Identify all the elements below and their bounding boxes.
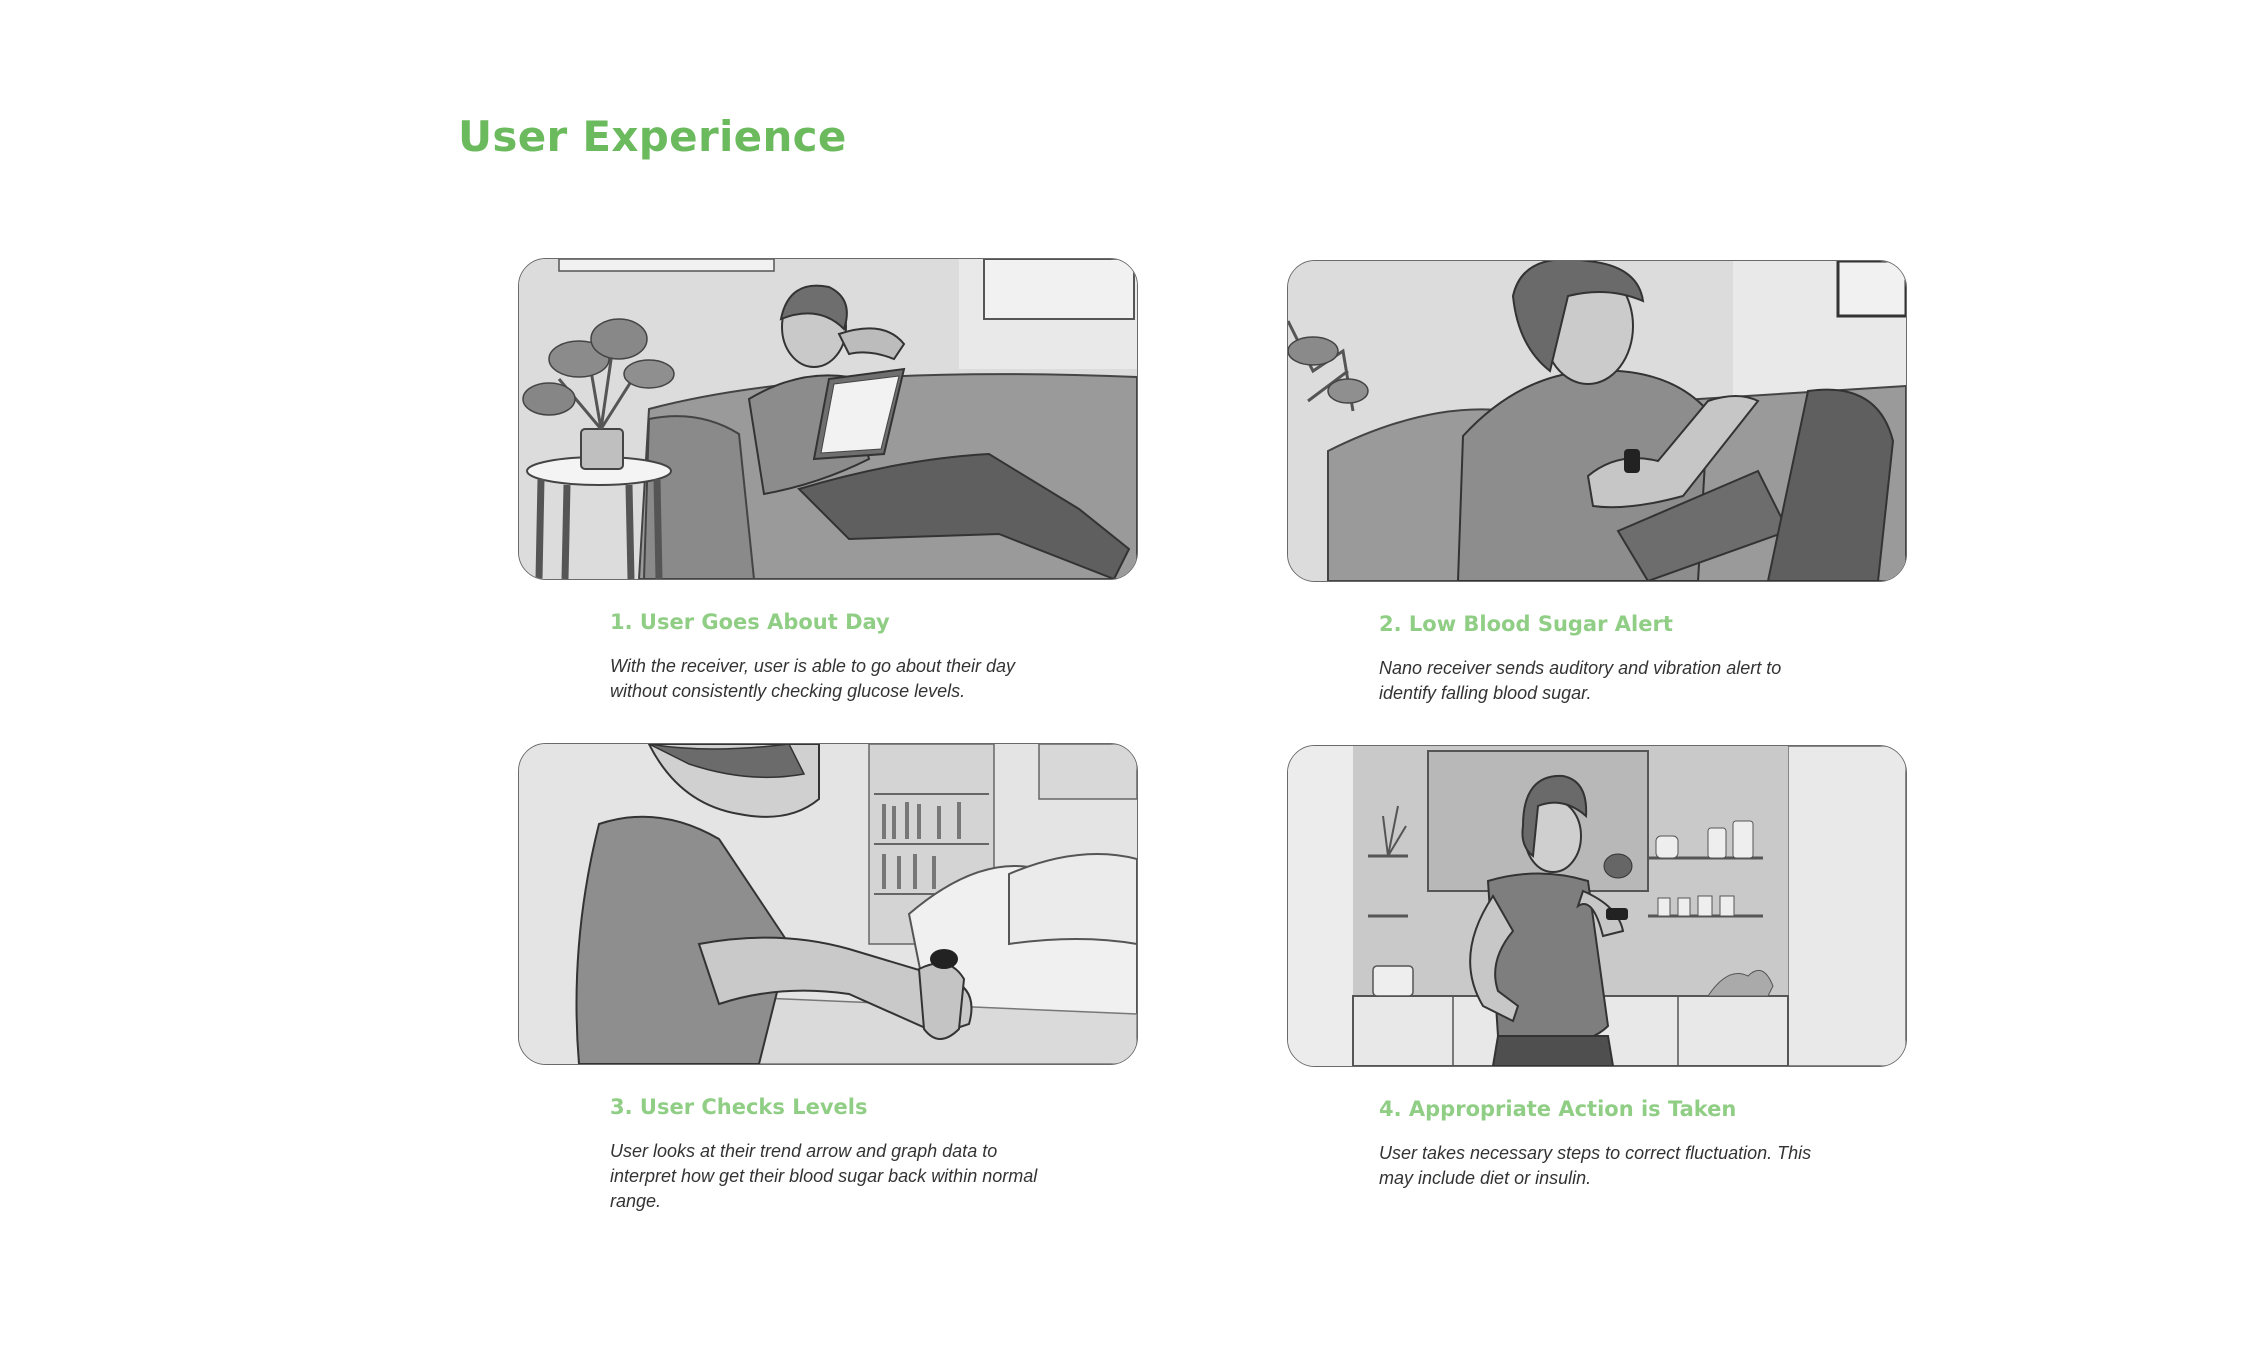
step-description: With the receiver, user is able to go ab…: [610, 656, 1016, 701]
person-eating-in-kitchen-illustration: [1287, 745, 1907, 1067]
step-description: Nano receiver sends auditory and vibrati…: [1379, 658, 1782, 703]
person-reading-on-couch-illustration: [518, 258, 1138, 580]
person-receiving-wrist-alert-illustration: [1287, 260, 1907, 582]
person-checking-wrist-device-illustration: [518, 743, 1138, 1065]
step-description: User takes necessary steps to correct fl…: [1379, 1143, 1812, 1188]
step-title: 3. User Checks Levels: [610, 1095, 868, 1119]
page-title: User Experience: [458, 112, 847, 161]
step-title: 1. User Goes About Day: [610, 610, 890, 634]
step-description: User looks at their trend arrow and grap…: [610, 1141, 1038, 1211]
step-title: 2. Low Blood Sugar Alert: [1379, 612, 1673, 636]
step-title: 4. Appropriate Action is Taken: [1379, 1097, 1737, 1121]
